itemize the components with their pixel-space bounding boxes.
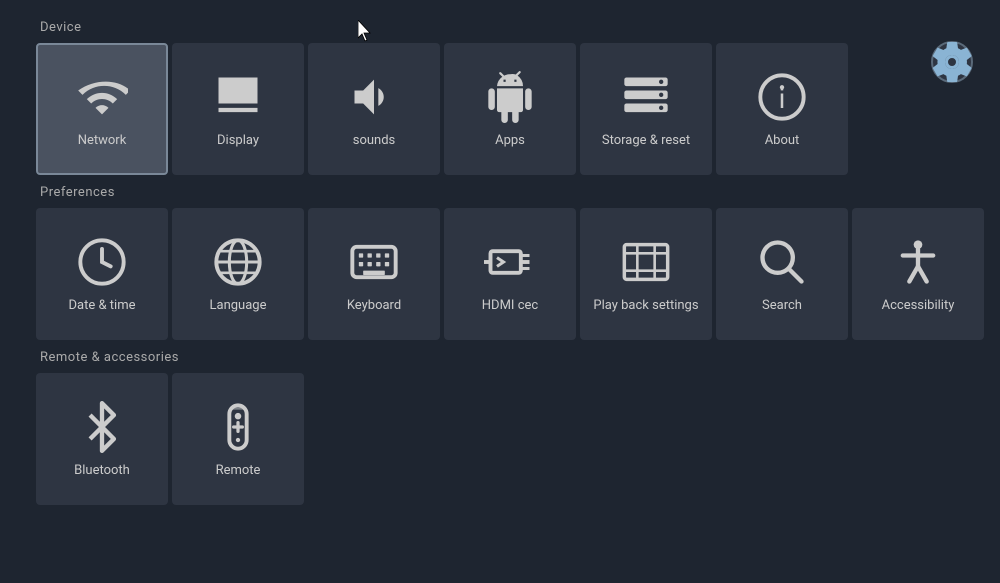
tile-search[interactable]: Search	[716, 208, 848, 340]
tile-playback-settings-label: Play back settings	[593, 298, 698, 313]
device-section: Device Network Display sounds	[0, 20, 1000, 175]
tile-keyboard[interactable]: Keyboard	[308, 208, 440, 340]
tile-date-time[interactable]: Date & time	[36, 208, 168, 340]
tile-search-label: Search	[762, 298, 802, 313]
remote-section: Remote & accessories Bluetooth Remote	[0, 350, 1000, 505]
tile-keyboard-label: Keyboard	[347, 298, 401, 313]
tile-network[interactable]: Network	[36, 43, 168, 175]
remote-label: Remote & accessories	[40, 350, 1000, 365]
tile-about-label: About	[765, 133, 800, 148]
remote-tiles-row: Bluetooth Remote	[36, 373, 1000, 505]
tile-display[interactable]: Display	[172, 43, 304, 175]
tile-apps[interactable]: Apps	[444, 43, 576, 175]
tile-bluetooth-label: Bluetooth	[74, 463, 130, 478]
tile-language-label: Language	[210, 298, 267, 313]
preferences-section: Preferences Date & time Language	[0, 185, 1000, 340]
tile-sounds-label: sounds	[353, 133, 396, 148]
tile-accessibility-label: Accessibility	[882, 298, 955, 313]
preferences-label: Preferences	[40, 185, 1000, 200]
preferences-tiles-row: Date & time Language	[36, 208, 1000, 340]
tile-network-label: Network	[78, 133, 127, 148]
tile-sounds[interactable]: sounds	[308, 43, 440, 175]
tile-apps-label: Apps	[495, 133, 525, 148]
settings-icon-top[interactable]	[928, 38, 976, 86]
tile-hdmi-cec-label: HDMI cec	[482, 298, 538, 313]
tile-storage-reset[interactable]: Storage & reset	[580, 43, 712, 175]
tile-bluetooth[interactable]: Bluetooth	[36, 373, 168, 505]
device-tiles-row: Network Display sounds Apps	[36, 43, 1000, 175]
tile-display-label: Display	[217, 133, 259, 148]
tile-remote[interactable]: Remote	[172, 373, 304, 505]
tile-language[interactable]: Language	[172, 208, 304, 340]
tile-hdmi-cec[interactable]: HDMI cec	[444, 208, 576, 340]
tile-about[interactable]: i About	[716, 43, 848, 175]
tile-accessibility[interactable]: Accessibility	[852, 208, 984, 340]
tile-storage-reset-label: Storage & reset	[602, 133, 690, 148]
tile-remote-label: Remote	[216, 463, 261, 478]
tile-playback-settings[interactable]: Play back settings	[580, 208, 712, 340]
device-label: Device	[40, 20, 1000, 35]
tile-date-time-label: Date & time	[69, 298, 136, 313]
